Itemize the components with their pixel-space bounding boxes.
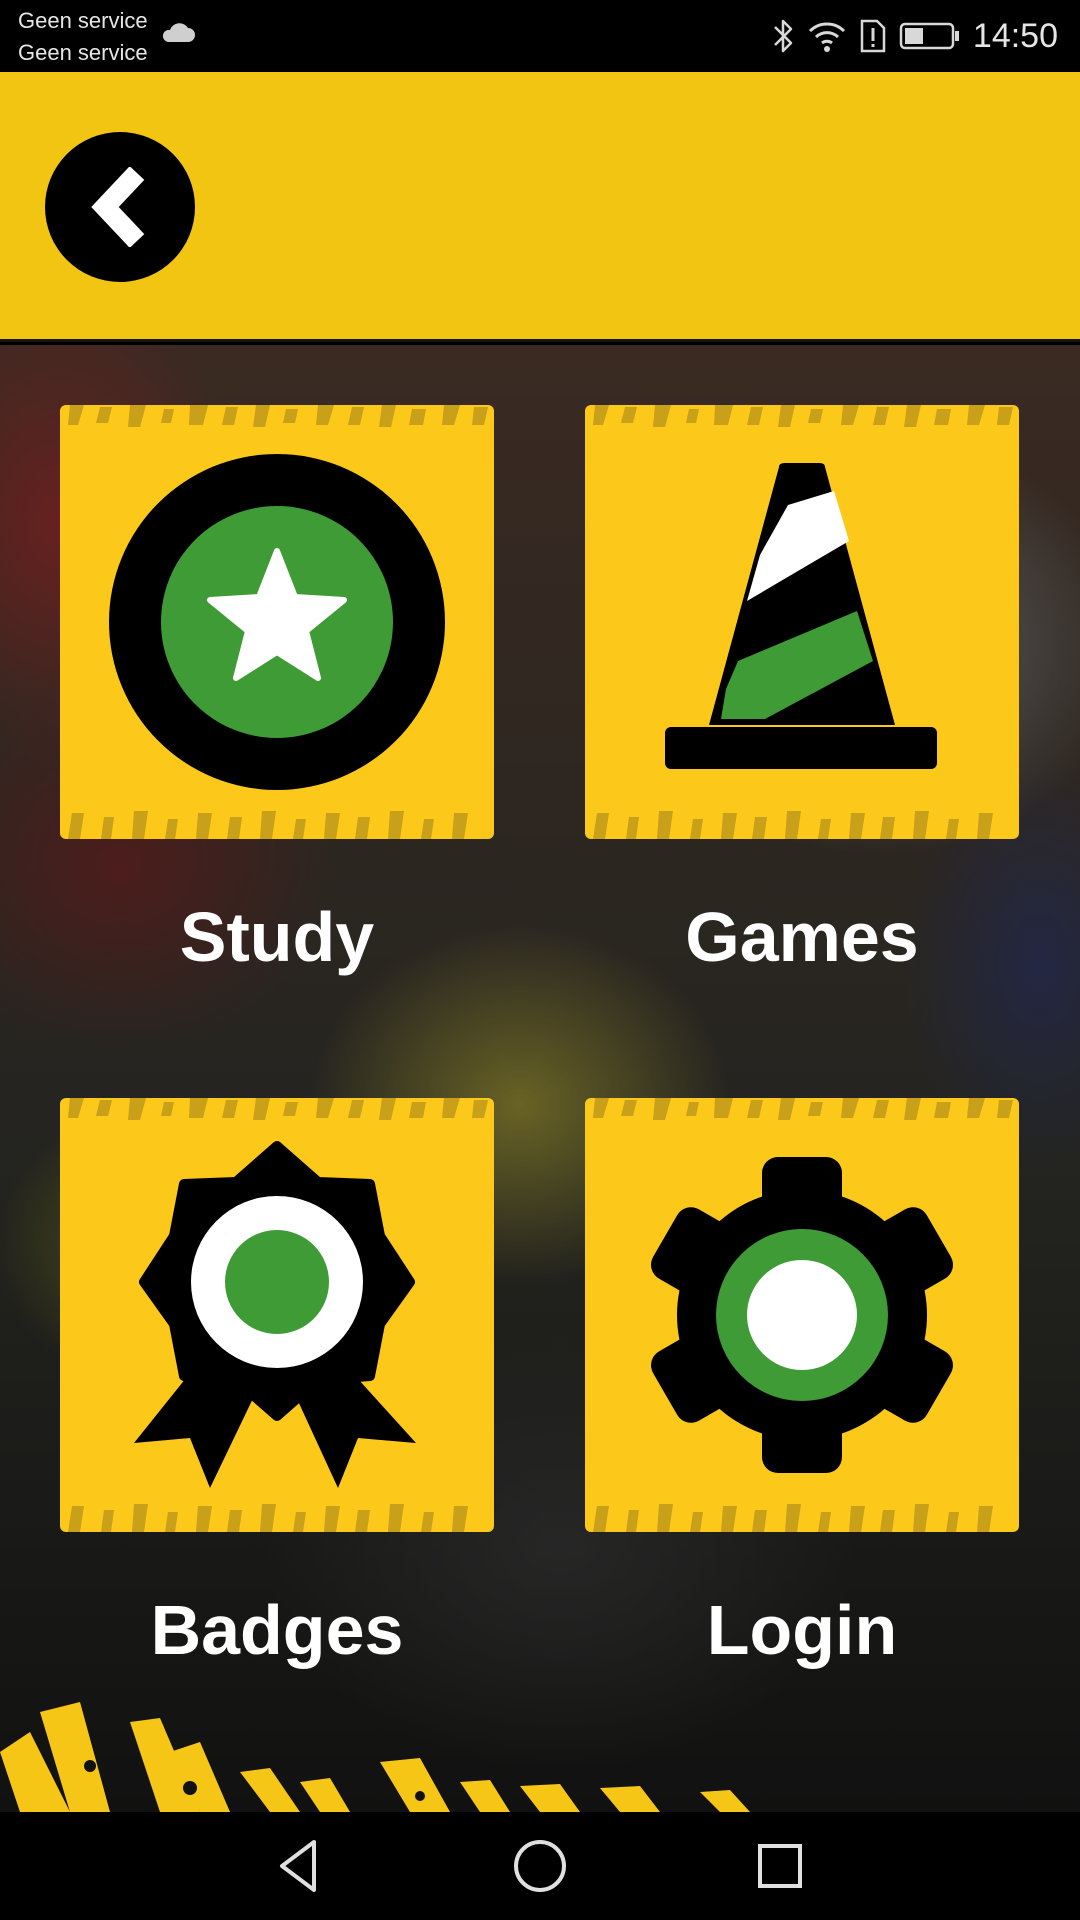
navigation-bar <box>0 1812 1080 1920</box>
carrier-label-1: Geen service <box>18 8 148 33</box>
sim-alert-icon <box>860 19 886 53</box>
chevron-left-icon <box>91 167 145 247</box>
carrier-label-2: Geen service <box>18 40 148 65</box>
badges-tile[interactable] <box>60 1098 494 1532</box>
back-button[interactable] <box>45 132 195 282</box>
battery-icon <box>899 22 959 50</box>
tire-tread-decoration <box>0 1702 750 1812</box>
games-tile[interactable] <box>585 405 1019 839</box>
study-tile[interactable] <box>60 405 494 839</box>
main-menu: Study Games Badges Login <box>0 345 1080 1812</box>
nav-home-icon[interactable] <box>508 1834 572 1898</box>
games-label[interactable]: Games <box>585 897 1019 977</box>
study-label[interactable]: Study <box>60 897 494 977</box>
login-tile[interactable] <box>585 1098 1019 1532</box>
tread-pattern <box>68 1504 468 1532</box>
cloud-icon <box>162 23 195 42</box>
star-badge-icon <box>109 454 445 790</box>
clock: 14:50 <box>972 16 1058 55</box>
login-label[interactable]: Login <box>585 1590 1019 1670</box>
tread-pattern <box>68 811 468 839</box>
status-icons: 14:50 <box>771 14 1058 58</box>
wifi-icon <box>808 22 845 52</box>
tread-pattern <box>593 811 993 839</box>
bluetooth-icon <box>774 19 793 53</box>
gear-icon <box>651 1157 953 1473</box>
badges-label[interactable]: Badges <box>60 1590 494 1670</box>
traffic-cone-icon <box>665 463 937 769</box>
tread-pattern <box>593 1504 993 1532</box>
nav-recent-icon[interactable] <box>748 1834 812 1898</box>
status-bar: Geen service Geen service 14:50 <box>0 0 1080 72</box>
nav-back-icon[interactable] <box>268 1834 332 1898</box>
award-ribbon-icon <box>134 1141 416 1488</box>
app-bar <box>0 72 1080 342</box>
